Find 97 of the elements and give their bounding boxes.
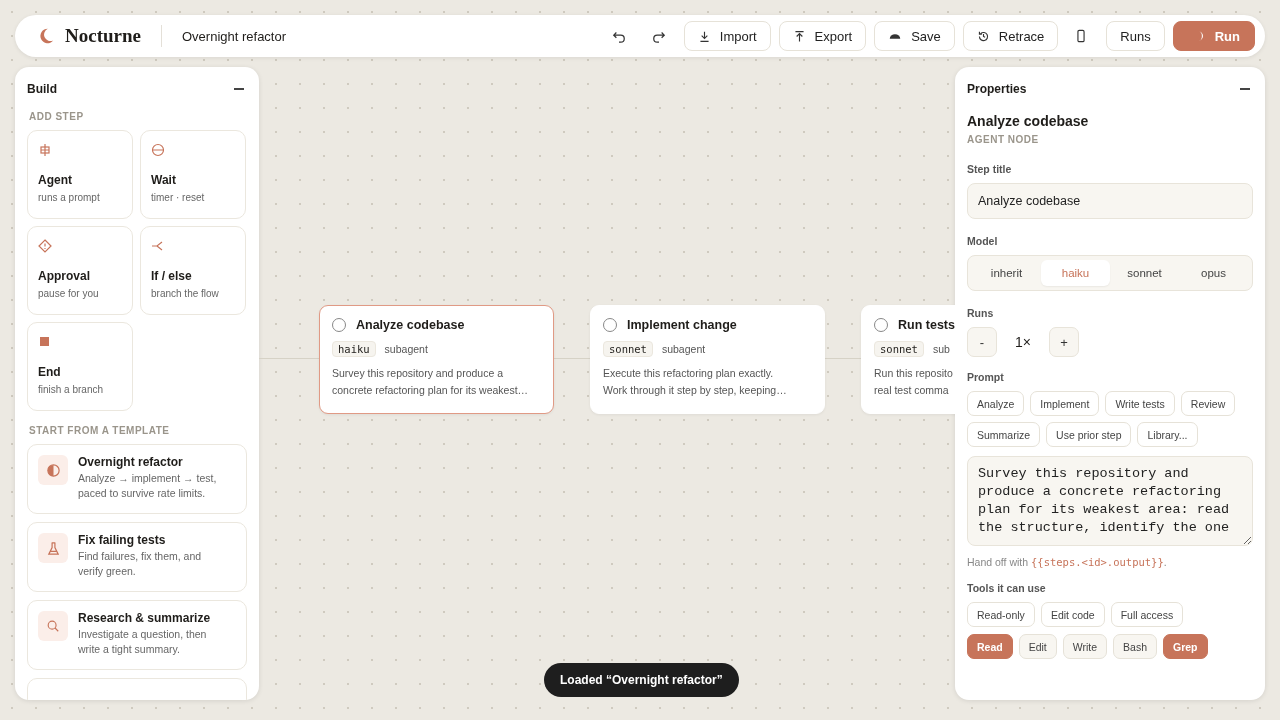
preset-chip[interactable]: Read-only bbox=[967, 602, 1035, 627]
node-title: Run tests bbox=[898, 318, 955, 332]
crescent-moon-icon bbox=[37, 27, 55, 45]
workflow-node[interactable]: Analyze codebase haiku subagent Survey this repository and produce a concrete refactoring plan for its weakest… bbox=[319, 305, 554, 414]
diamond-alert-icon bbox=[38, 239, 52, 253]
field-label: Runs bbox=[967, 307, 995, 319]
step-description: branch the flow bbox=[151, 288, 219, 299]
half-circle-icon bbox=[45, 462, 61, 478]
template-title: Research & summarize bbox=[78, 611, 212, 625]
tool-toggle[interactable]: Write bbox=[1062, 634, 1108, 659]
model-tag: sonnet bbox=[603, 341, 653, 357]
template-description: Find failures, fix them, and verify green. bbox=[78, 549, 203, 579]
node-type: sub bbox=[932, 343, 950, 355]
decrement-button[interactable]: - bbox=[967, 327, 997, 357]
step-label: Wait bbox=[151, 173, 176, 187]
node-description: Survey this repository and produce a concrete refactoring plan for its weakest… bbox=[332, 366, 530, 398]
prompt-chip[interactable]: Implement bbox=[1030, 391, 1100, 416]
step-description: timer · reset bbox=[151, 192, 205, 203]
step-label: Agent bbox=[38, 173, 72, 187]
stop-circle-icon bbox=[151, 143, 165, 157]
node-type: subagent bbox=[661, 343, 706, 355]
runs-count: 1× bbox=[1014, 334, 1032, 350]
model-option[interactable]: haiku bbox=[1041, 260, 1110, 286]
prompt-chip[interactable]: Library... bbox=[1137, 422, 1198, 447]
node-title: Implement change bbox=[627, 318, 737, 332]
increment-button[interactable]: + bbox=[1049, 327, 1079, 357]
branch-icon bbox=[151, 239, 165, 253]
step-card[interactable]: Agent runs a prompt bbox=[27, 130, 133, 219]
node-icon bbox=[38, 143, 52, 157]
step-description: runs a prompt bbox=[38, 192, 100, 203]
step-card[interactable]: If / else branch the flow bbox=[140, 226, 246, 315]
prompt-field[interactable]: Survey this repository and produce a concrete refactoring plan for its weakest area: read the structure, identify the one bbox=[967, 456, 1253, 546]
hint-text: . bbox=[1163, 556, 1167, 568]
prompt-chip[interactable]: Analyze bbox=[967, 391, 1025, 416]
square-icon bbox=[38, 335, 52, 349]
prompt-chip[interactable]: Review bbox=[1180, 391, 1236, 416]
workflow-title: Overnight refactor bbox=[182, 28, 287, 44]
step-label: If / else bbox=[151, 269, 192, 283]
toast-message: Loaded “Overnight refactor” bbox=[544, 663, 739, 697]
section-heading: ADD STEP bbox=[29, 111, 85, 122]
step-card[interactable]: Approval pause for you bbox=[27, 226, 133, 315]
save-button[interactable]: Save bbox=[874, 21, 955, 51]
preset-chip[interactable]: Edit code bbox=[1040, 602, 1105, 627]
export-button[interactable]: Export bbox=[778, 21, 867, 51]
upload-icon bbox=[792, 29, 806, 43]
download-icon bbox=[697, 29, 711, 43]
flask-icon bbox=[45, 540, 61, 556]
node-title: Analyze codebase bbox=[356, 318, 465, 332]
prompt-chip[interactable]: Write tests bbox=[1105, 391, 1175, 416]
node-kind: AGENT NODE bbox=[967, 134, 1040, 145]
panel-title: Properties bbox=[967, 82, 1027, 96]
field-label: Step title bbox=[967, 163, 1013, 175]
section-heading: START FROM A TEMPLATE bbox=[29, 425, 171, 436]
preset-chip[interactable]: Full access bbox=[1110, 602, 1184, 627]
step-card[interactable]: Wait timer · reset bbox=[140, 130, 246, 219]
tool-toggle[interactable]: Edit bbox=[1018, 634, 1057, 659]
hint-text: Hand off with bbox=[967, 556, 1029, 568]
undo-icon bbox=[611, 29, 626, 43]
history-icon bbox=[976, 29, 990, 43]
template-description: Investigate a question, then write a tight summary. bbox=[78, 627, 208, 657]
template-title: Fix failing tests bbox=[78, 533, 167, 547]
template-card[interactable]: Research & summarize Investigate a question, then write a tight summary. bbox=[27, 600, 247, 670]
field-label: Model bbox=[967, 235, 999, 247]
template-variable: {{steps.<id>.output}} bbox=[1031, 556, 1164, 568]
step-description: pause for you bbox=[38, 288, 99, 299]
step-label: End bbox=[38, 365, 61, 379]
template-card[interactable]: Fix failing tests Find failures, fix them, and verify green. bbox=[27, 522, 247, 592]
panel-title: Build bbox=[27, 82, 57, 96]
prompt-chip[interactable]: Use prior step bbox=[1046, 422, 1132, 447]
template-description: Analyze → implement → test, paced to survive rate limits. bbox=[78, 471, 218, 501]
tool-toggle[interactable]: Bash bbox=[1113, 634, 1158, 659]
search-icon bbox=[46, 619, 60, 633]
field-label: Prompt bbox=[967, 371, 1005, 383]
prompt-chip[interactable]: Summarize bbox=[967, 422, 1041, 447]
node-type: subagent bbox=[384, 343, 428, 355]
node-description: Execute this refactoring plan exactly. Work through it step by step, keeping… bbox=[603, 366, 788, 398]
template-card[interactable]: Overnight refactor Analyze → implement → test, paced to survive rate limits. bbox=[27, 444, 247, 514]
import-button[interactable]: Import bbox=[683, 21, 771, 51]
model-option[interactable]: sonnet bbox=[1110, 260, 1179, 286]
step-card[interactable]: End finish a branch bbox=[27, 322, 133, 411]
app-name: Nocturne bbox=[65, 25, 141, 47]
node-description: Run this reposito real test comma bbox=[874, 366, 954, 398]
field-label: Tools it can use bbox=[967, 582, 1047, 594]
model-option[interactable]: opus bbox=[1179, 260, 1248, 286]
step-title-field[interactable]: Analyze codebase bbox=[967, 183, 1253, 219]
retrace-button[interactable]: Retrace bbox=[962, 21, 1059, 51]
step-label: Approval bbox=[38, 269, 90, 283]
model-tag: haiku bbox=[332, 341, 376, 357]
node-title: Analyze codebase bbox=[967, 113, 1090, 129]
redo-icon bbox=[651, 29, 666, 43]
model-tag: sonnet bbox=[874, 341, 924, 357]
model-option[interactable]: inherit bbox=[972, 260, 1041, 286]
workflow-node[interactable]: Run tests sonnet sub Run this reposito real test comma bbox=[861, 305, 955, 414]
runs-button[interactable]: Runs bbox=[1106, 21, 1165, 51]
template-title: Overnight refactor bbox=[78, 455, 184, 469]
step-description: finish a branch bbox=[38, 384, 104, 395]
workflow-node[interactable]: Implement change sonnet subagent Execute this refactoring plan exactly. Work through it step by step, keeping… bbox=[590, 305, 825, 414]
